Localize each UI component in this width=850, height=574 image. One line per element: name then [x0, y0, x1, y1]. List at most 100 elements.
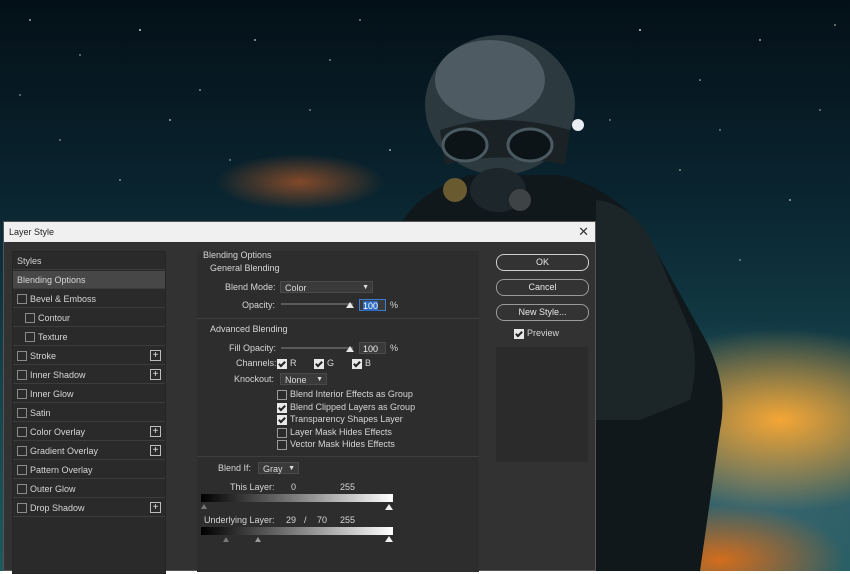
underlying-black-slider-left[interactable]: [223, 537, 229, 542]
ok-button[interactable]: OK: [496, 254, 589, 271]
vector-mask-hides-label: Vector Mask Hides Effects: [290, 439, 395, 449]
channel-r-label: R: [290, 358, 297, 368]
layer-mask-hides-checkbox[interactable]: [277, 428, 287, 438]
style-item-blending-options[interactable]: Blending Options: [13, 271, 165, 289]
channels-label: Channels:: [236, 358, 277, 368]
checkbox[interactable]: [17, 446, 27, 456]
checkbox[interactable]: [17, 294, 27, 304]
opacity-slider-thumb[interactable]: [346, 302, 354, 308]
checkbox[interactable]: [17, 370, 27, 380]
knockout-value: None: [285, 375, 307, 385]
underlying-separator: /: [304, 515, 307, 525]
style-item-texture[interactable]: Texture: [13, 328, 165, 346]
blend-if-value: Gray: [263, 464, 283, 474]
style-item-contour[interactable]: Contour: [13, 309, 165, 327]
preview-checkbox[interactable]: [514, 329, 524, 339]
checkbox[interactable]: [17, 484, 27, 494]
style-item-label: Stroke: [30, 351, 57, 361]
general-blending-title: General Blending: [210, 263, 280, 273]
checkbox[interactable]: [17, 427, 27, 437]
blend-clipped-checkbox[interactable]: [277, 403, 287, 413]
opacity-slider-track[interactable]: [281, 303, 353, 305]
vector-mask-hides-checkbox[interactable]: [277, 440, 287, 450]
advanced-blending-title: Advanced Blending: [210, 324, 288, 334]
checkbox[interactable]: [17, 408, 27, 418]
fill-opacity-label: Fill Opacity:: [229, 343, 277, 353]
new-style-button[interactable]: New Style...: [496, 304, 589, 321]
checkbox[interactable]: [25, 313, 35, 323]
fill-opacity-slider-track[interactable]: [281, 347, 353, 349]
this-layer-high: 255: [340, 482, 356, 492]
styles-list: Styles Blending Options Bevel & Emboss C…: [12, 251, 166, 574]
style-item-outer-glow[interactable]: Outer Glow: [13, 480, 165, 498]
style-item-label: Blending Options: [17, 275, 86, 285]
fill-opacity-unit: %: [390, 343, 399, 353]
style-preview-swatch: [496, 347, 588, 462]
style-item-inner-glow[interactable]: Inner Glow: [13, 385, 165, 403]
checkbox[interactable]: [17, 351, 27, 361]
channel-g-checkbox[interactable]: [314, 359, 324, 369]
cancel-button[interactable]: Cancel: [496, 279, 589, 296]
this-layer-black-slider[interactable]: [201, 504, 207, 509]
style-item-label: Texture: [38, 332, 68, 342]
this-layer-low: 0: [291, 482, 297, 492]
fill-opacity-value: 100: [363, 344, 379, 354]
knockout-label: Knockout:: [234, 374, 275, 384]
checkbox[interactable]: [17, 503, 27, 513]
style-item-label: Inner Shadow: [30, 370, 86, 380]
style-item-label: Pattern Overlay: [30, 465, 93, 475]
dialog-title: Layer Style: [9, 227, 55, 237]
fill-opacity-input[interactable]: 100: [359, 342, 386, 354]
style-item-inner-shadow[interactable]: Inner Shadow +: [13, 366, 165, 384]
style-item-drop-shadow[interactable]: Drop Shadow +: [13, 499, 165, 517]
divider: [197, 456, 479, 457]
style-item-label: Drop Shadow: [30, 503, 85, 513]
add-effect-icon[interactable]: +: [150, 350, 161, 361]
style-item-stroke[interactable]: Stroke +: [13, 347, 165, 365]
opacity-input[interactable]: 100: [359, 299, 386, 311]
close-icon[interactable]: ✕: [578, 222, 589, 242]
checkbox[interactable]: [17, 465, 27, 475]
style-item-label: Gradient Overlay: [30, 446, 99, 456]
transparency-shapes-label: Transparency Shapes Layer: [290, 414, 403, 424]
style-item-color-overlay[interactable]: Color Overlay +: [13, 423, 165, 441]
preview-label: Preview: [527, 328, 560, 338]
blend-mode-select[interactable]: Color ▼: [280, 281, 373, 293]
add-effect-icon[interactable]: +: [150, 502, 161, 513]
blend-interior-checkbox[interactable]: [277, 390, 287, 400]
section-title: Blending Options: [203, 250, 272, 260]
fill-opacity-slider-thumb[interactable]: [346, 346, 354, 352]
underlying-low-a: 29: [286, 515, 297, 525]
underlying-layer-label: Underlying Layer:: [204, 515, 275, 525]
this-layer-white-slider[interactable]: [385, 504, 393, 510]
style-item-label: Outer Glow: [30, 484, 76, 494]
style-item-gradient-overlay[interactable]: Gradient Overlay +: [13, 442, 165, 460]
style-item-bevel-emboss[interactable]: Bevel & Emboss: [13, 290, 165, 308]
blend-mode-label: Blend Mode:: [225, 282, 276, 292]
style-item-label: Color Overlay: [30, 427, 86, 437]
channel-r-checkbox[interactable]: [277, 359, 287, 369]
underlying-black-slider-right[interactable]: [255, 537, 261, 542]
underlying-low-b: 70: [317, 515, 328, 525]
knockout-select[interactable]: None ▼: [280, 373, 327, 385]
checkbox[interactable]: [17, 389, 27, 399]
underlying-white-slider[interactable]: [385, 536, 393, 542]
add-effect-icon[interactable]: +: [150, 426, 161, 437]
checkbox[interactable]: [25, 332, 35, 342]
this-layer-label: This Layer:: [230, 482, 275, 492]
style-item-satin[interactable]: Satin: [13, 404, 165, 422]
underlying-layer-gradient: [201, 527, 393, 535]
blend-clipped-label: Blend Clipped Layers as Group: [290, 402, 416, 412]
channel-b-label: B: [365, 358, 372, 368]
blend-interior-label: Blend Interior Effects as Group: [290, 389, 413, 399]
transparency-shapes-checkbox[interactable]: [277, 415, 287, 425]
add-effect-icon[interactable]: +: [150, 445, 161, 456]
opacity-value: 100: [363, 301, 379, 311]
style-item-pattern-overlay[interactable]: Pattern Overlay: [13, 461, 165, 479]
add-effect-icon[interactable]: +: [150, 369, 161, 380]
channel-b-checkbox[interactable]: [352, 359, 362, 369]
blend-if-select[interactable]: Gray ▼: [258, 462, 299, 474]
this-layer-gradient: [201, 494, 393, 502]
styles-header[interactable]: Styles: [13, 252, 165, 270]
underlying-high: 255: [340, 515, 356, 525]
